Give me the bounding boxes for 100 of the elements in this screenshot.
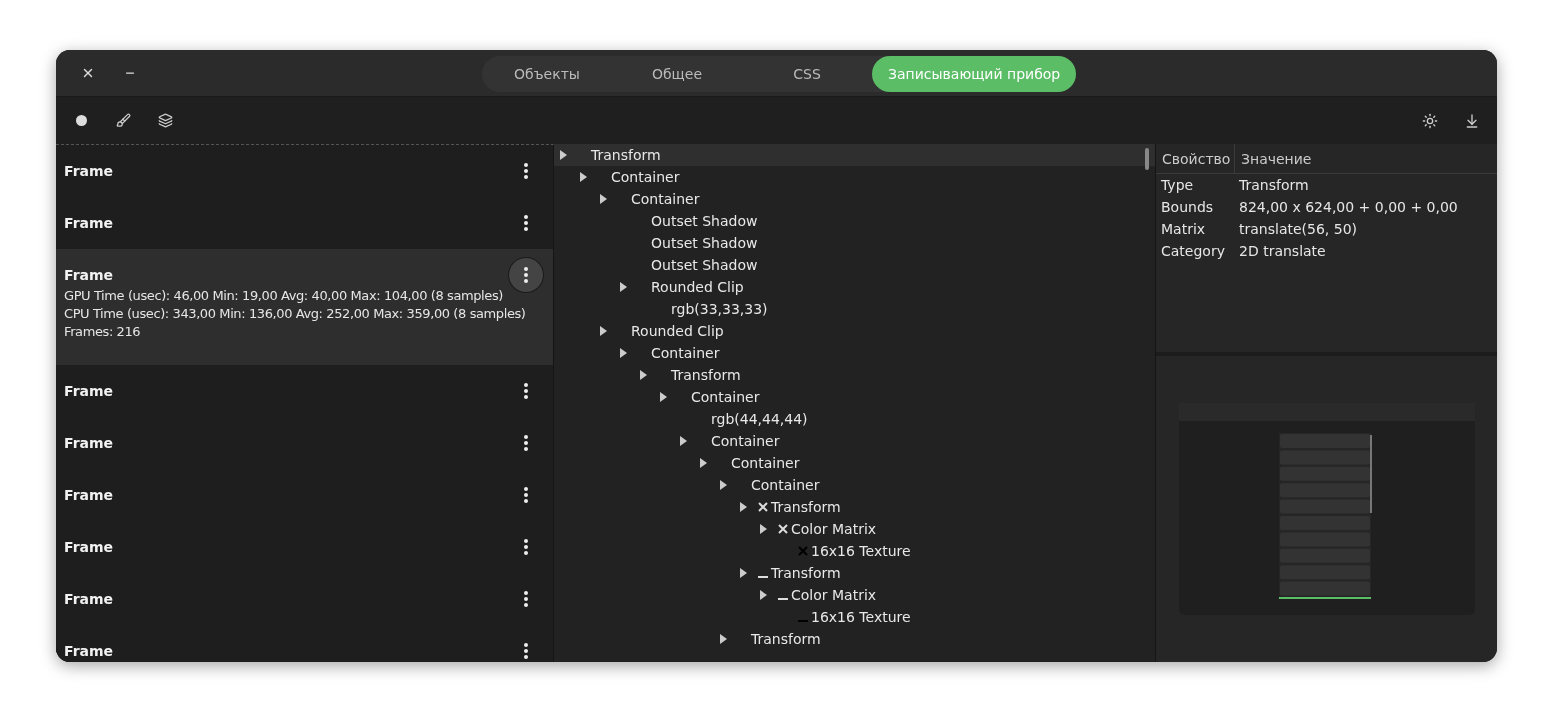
expander-icon[interactable]: [720, 634, 727, 644]
table-cell-text: 2D translate: [1238, 243, 1326, 259]
tree-row[interactable]: Outset Shadow: [554, 254, 1155, 276]
node-label: Container: [611, 169, 680, 185]
more-icon[interactable]: [524, 643, 528, 659]
tree-row[interactable]: Transform: [554, 496, 1155, 518]
frame-detail: CPU Time (usec): 343,00 Min: 136,00 Avg: 252,00 Max: 359,00 (8 samples): [64, 305, 526, 323]
record-icon[interactable]: [75, 115, 87, 126]
tree-row[interactable]: Transform: [554, 364, 1155, 386]
expander-icon[interactable]: [760, 590, 767, 600]
download-icon[interactable]: [1464, 112, 1480, 129]
frame-detail: Frames: 216: [64, 323, 141, 341]
tree-row[interactable]: Rounded Clip: [554, 276, 1155, 298]
node-label: rgb(44,44,44): [711, 411, 808, 427]
tree-row[interactable]: Container: [554, 166, 1155, 188]
more-icon[interactable]: [524, 487, 528, 503]
frame-title: Frame: [64, 435, 114, 451]
frame-title: Frame: [64, 383, 114, 399]
tree-row[interactable]: Container: [554, 386, 1155, 408]
expander-icon[interactable]: [700, 458, 707, 468]
tree-row[interactable]: Outset Shadow: [554, 232, 1155, 254]
more-icon[interactable]: [524, 435, 528, 451]
expander-icon[interactable]: [680, 436, 687, 446]
tree-row[interactable]: 16x16 Texture: [554, 540, 1155, 562]
tree-row[interactable]: Transform: [554, 144, 1155, 166]
table-cell-text: Bounds: [1160, 199, 1215, 215]
brightness-icon[interactable]: [1422, 112, 1438, 129]
frame-title: Frame: [64, 591, 114, 607]
node-label: Outset Shadow: [651, 213, 758, 229]
more-icon[interactable]: [524, 163, 528, 179]
expander-icon[interactable]: [580, 172, 587, 182]
scrollbar[interactable]: [1145, 148, 1149, 170]
tree-row[interactable]: Color Matrix: [554, 518, 1155, 540]
node-label: Container: [631, 191, 700, 207]
table-cell-text: Transform: [1238, 177, 1309, 193]
table-cell-text: translate(56, 50): [1238, 221, 1357, 237]
node-label: Color Matrix: [791, 587, 877, 603]
column-header[interactable]: Свойство: [1156, 144, 1235, 173]
tab[interactable]: Объекты: [482, 56, 612, 92]
node-label: Container: [711, 433, 780, 449]
expander-icon[interactable]: [720, 480, 727, 490]
table-cell-text: Matrix: [1160, 221, 1207, 237]
node-label: Transform: [751, 631, 821, 647]
expander-icon[interactable]: [640, 370, 647, 380]
node-label: Container: [691, 389, 760, 405]
expander-icon[interactable]: [600, 326, 607, 336]
tree-row[interactable]: Container: [554, 430, 1155, 452]
dash-icon: [758, 576, 768, 578]
expander-icon[interactable]: [600, 194, 607, 204]
cross-icon: [798, 546, 808, 556]
more-icon[interactable]: [524, 539, 528, 555]
expander-icon[interactable]: [740, 502, 747, 512]
more-icon[interactable]: [524, 383, 528, 399]
expander-icon[interactable]: [620, 348, 627, 358]
node-label: Rounded Clip: [631, 323, 724, 339]
node-label: rgb(33,33,33): [671, 301, 768, 317]
tree-row[interactable]: Container: [554, 452, 1155, 474]
expander-icon[interactable]: [560, 150, 567, 160]
frame-row[interactable]: Frame GPU Time (usec): 46,00 Min: 19,00 Avg: 40,00 Max: 104,00 (8 samples) CPU Time (usec): 343,00 Min: 136,00 Avg: 252,00 Max: 359,00 (8 samples) Frames: 216: [56, 249, 553, 365]
tree-row[interactable]: Container: [554, 342, 1155, 364]
tab[interactable]: CSS: [742, 56, 872, 92]
tree-row[interactable]: Container: [554, 474, 1155, 496]
tree-row[interactable]: Rounded Clip: [554, 320, 1155, 342]
expander-icon[interactable]: [620, 282, 627, 292]
tree-row[interactable]: rgb(44,44,44): [554, 408, 1155, 430]
frame-title: Frame: [64, 487, 114, 503]
tree-row[interactable]: Color Matrix: [554, 584, 1155, 606]
node-label: Outset Shadow: [651, 257, 758, 273]
layers-icon[interactable]: [157, 113, 173, 128]
node-label: Transform: [771, 499, 841, 515]
tree-row[interactable]: Transform: [554, 562, 1155, 584]
tree-row[interactable]: Outset Shadow: [554, 210, 1155, 232]
node-label: Transform: [671, 367, 741, 383]
frame-detail: GPU Time (usec): 46,00 Min: 19,00 Avg: 40,00 Max: 104,00 (8 samples): [64, 287, 503, 305]
frame-title: Frame: [64, 267, 114, 283]
expander-icon[interactable]: [660, 392, 667, 402]
brush-icon[interactable]: [115, 113, 131, 128]
dash-icon: [798, 620, 808, 622]
more-icon[interactable]: [524, 591, 528, 607]
tree-row[interactable]: Transform: [554, 628, 1155, 650]
tab[interactable]: Общее: [612, 56, 742, 92]
frame-title: Frame: [64, 215, 114, 231]
tree-row[interactable]: rgb(33,33,33): [554, 298, 1155, 320]
expander-icon[interactable]: [740, 568, 747, 578]
node-label: Outset Shadow: [651, 235, 758, 251]
table-cell-text: Category: [1160, 243, 1226, 259]
tree-row[interactable]: 16x16 Texture: [554, 606, 1155, 628]
node-label: Container: [731, 455, 800, 471]
more-icon: [524, 267, 528, 283]
cross-icon: [778, 524, 788, 534]
node-label: 16x16 Texture: [811, 609, 911, 625]
close-icon[interactable]: [81, 66, 95, 80]
frame-title: Frame: [64, 163, 114, 179]
column-header[interactable]: Значение: [1235, 144, 1318, 173]
node-label: Container: [751, 477, 820, 493]
tree-row[interactable]: Container: [554, 188, 1155, 210]
menu-button[interactable]: [509, 258, 543, 292]
more-icon[interactable]: [524, 215, 528, 231]
expander-icon[interactable]: [760, 524, 767, 534]
node-label: Transform: [591, 147, 661, 163]
